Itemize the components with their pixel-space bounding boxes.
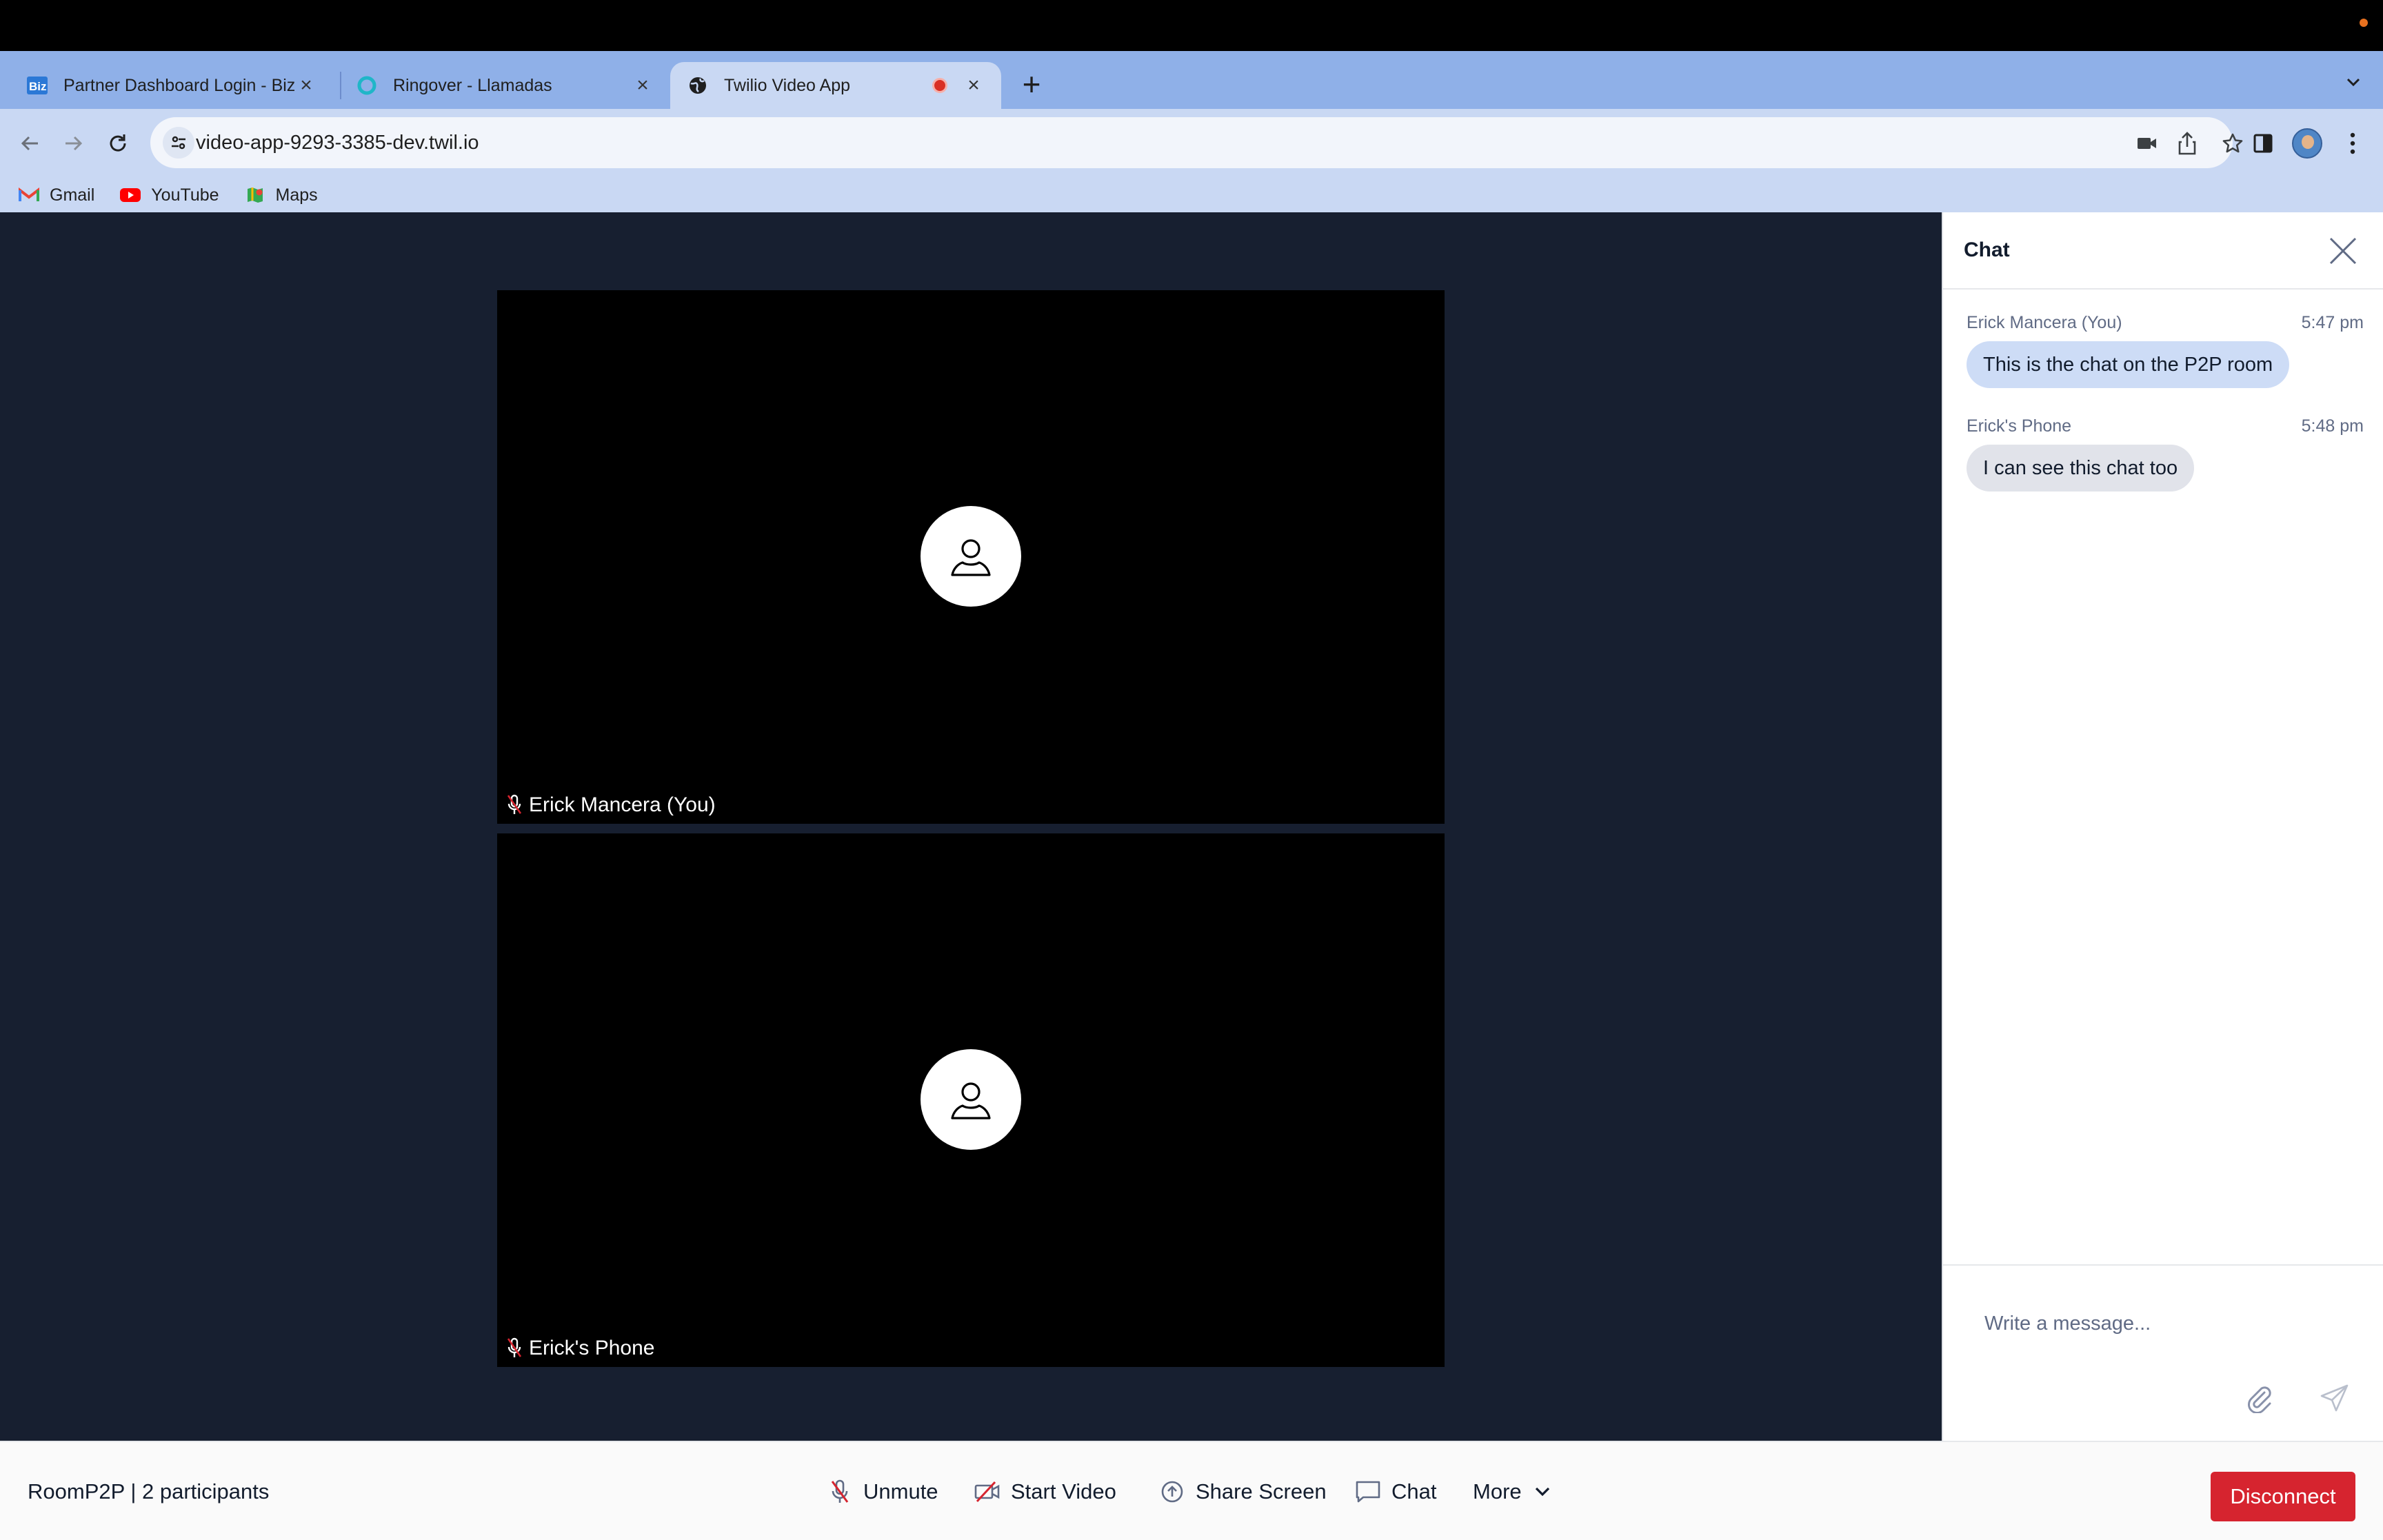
more-label: More [1473,1479,1522,1503]
os-top-bar [0,0,2383,51]
start-video-label: Start Video [1011,1479,1116,1503]
tab-ringover[interactable]: Ringover - Llamadas × [339,62,670,109]
person-icon [951,539,991,576]
chat-title: Chat [1964,239,2010,261]
message-meta: Erick Mancera (You) 5:47 pm [1967,313,2364,333]
share-screen-icon [1158,1478,1186,1506]
tab-search-chevron-icon[interactable] [2344,73,2362,96]
participant-name: Erick's Phone [529,1337,655,1359]
bookmark-label: YouTube [151,185,219,205]
share-screen-button[interactable]: Share Screen [1158,1442,1327,1540]
svg-text:Biz: Biz [29,80,47,93]
attach-file-icon[interactable] [2242,1381,2275,1415]
message-bubble: I can see this chat too [1967,445,2195,492]
chat-label: Chat [1391,1479,1437,1503]
tab-partner-dashboard[interactable]: Biz Partner Dashboard Login - Biz × [10,62,334,109]
close-icon [2329,237,2357,265]
bookmark-label: Maps [275,185,318,205]
message-author: Erick Mancera (You) [1967,313,2122,332]
bookmark-gmail[interactable]: Gmail [18,185,94,205]
tab-title: Twilio Video App [724,75,850,95]
message-author: Erick's Phone [1967,416,2072,436]
bookmark-youtube[interactable]: YouTube [119,185,219,205]
room-menu-bar: RoomP2P | 2 participants Unmute Start Vi… [0,1441,2383,1540]
close-tab-icon[interactable]: × [632,74,654,97]
message-bubble: This is the chat on the P2P room [1967,341,2290,388]
participant-name-label: Erick's Phone [505,1337,654,1360]
tab-twilio-video-app[interactable]: Twilio Video App × [670,62,1001,109]
recording-indicator-dot [2360,19,2368,27]
chat-header: Chat [1943,212,2383,290]
video-app: Erick Mancera (You) Erick's Phone Chat E… [0,212,2383,1540]
message-input[interactable]: Write a message... [1984,1313,2151,1335]
send-icon[interactable] [2318,1381,2351,1415]
mic-off-icon [505,794,523,816]
mic-off-icon [826,1478,854,1506]
bookmark-maps[interactable]: Maps [244,185,318,205]
site-info-icon[interactable] [163,127,194,159]
browser-toolbar: video-app-9293-3385-dev.twil.io [0,109,2383,178]
reload-icon[interactable] [100,125,136,161]
participant-stage: Erick Mancera (You) Erick's Phone [0,212,1942,1441]
bookmark-label: Gmail [50,185,95,205]
participant-name: Erick Mancera (You) [529,793,716,816]
share-screen-label: Share Screen [1196,1479,1327,1503]
share-icon[interactable] [2173,130,2201,157]
participant-avatar [921,1049,1021,1150]
person-icon [951,1082,991,1119]
new-tab-button[interactable]: + [1014,68,1049,103]
disconnect-button[interactable]: Disconnect [2211,1472,2355,1521]
forward-arrow-icon[interactable] [55,125,91,161]
close-chat-button[interactable] [2328,236,2358,266]
message-time: 5:48 pm [2301,416,2364,436]
url-text[interactable]: video-app-9293-3385-dev.twil.io [196,117,479,168]
bookmarks-bar: Gmail YouTube Maps [0,178,2383,212]
address-bar[interactable]: video-app-9293-3385-dev.twil.io [150,117,2243,168]
avatar [2292,128,2322,159]
chat-message: Erick's Phone 5:48 pm I can see this cha… [1967,416,2364,492]
tab-title: Ringover - Llamadas [393,75,552,95]
camera-in-use-icon[interactable] [2133,130,2161,157]
maps-icon [244,186,266,204]
start-video-button[interactable]: Start Video [974,1442,1116,1540]
profile-avatar[interactable] [2289,125,2325,161]
youtube-icon [119,186,141,204]
unmute-label: Unmute [863,1479,938,1503]
unmute-button[interactable]: Unmute [826,1442,938,1540]
biz-logo-icon: Biz [26,74,48,97]
back-arrow-icon[interactable] [12,125,48,161]
recording-icon [932,78,947,93]
browser-menu-icon[interactable] [2335,125,2371,161]
chat-composer: Write a message... [1943,1264,2383,1441]
participant-name-label: Erick Mancera (You) [505,793,716,817]
side-panel-icon[interactable] [2245,125,2281,161]
bookmark-star-icon[interactable] [2219,130,2246,157]
close-tab-icon[interactable]: × [963,74,985,97]
tab-title: Partner Dashboard Login - Biz [63,75,295,95]
gmail-icon [18,186,40,204]
participant-avatar [921,506,1021,607]
participant-tile-remote[interactable]: Erick's Phone [497,833,1445,1367]
message-time: 5:47 pm [2301,313,2364,332]
participant-tile-self[interactable]: Erick Mancera (You) [497,290,1445,824]
more-button[interactable]: More [1473,1442,1556,1540]
chat-button[interactable]: Chat [1354,1442,1436,1540]
room-info: RoomP2P | 2 participants [28,1479,270,1503]
chevron-down-icon [1529,1478,1556,1506]
chat-message: Erick Mancera (You) 5:47 pm This is the … [1967,313,2364,388]
mic-off-icon [505,1337,523,1359]
globe-icon [687,74,709,97]
close-tab-icon[interactable]: × [295,74,317,97]
message-meta: Erick's Phone 5:48 pm [1967,416,2364,436]
browser-chrome: Biz Partner Dashboard Login - Biz × Ring… [0,51,2383,212]
tab-strip: Biz Partner Dashboard Login - Biz × Ring… [0,51,2383,109]
ringover-icon [356,74,378,97]
chat-panel: Chat Erick Mancera (You) 5:47 pm This is… [1942,212,2383,1441]
chat-bubble-icon [1354,1478,1382,1506]
video-off-icon [974,1478,1001,1506]
